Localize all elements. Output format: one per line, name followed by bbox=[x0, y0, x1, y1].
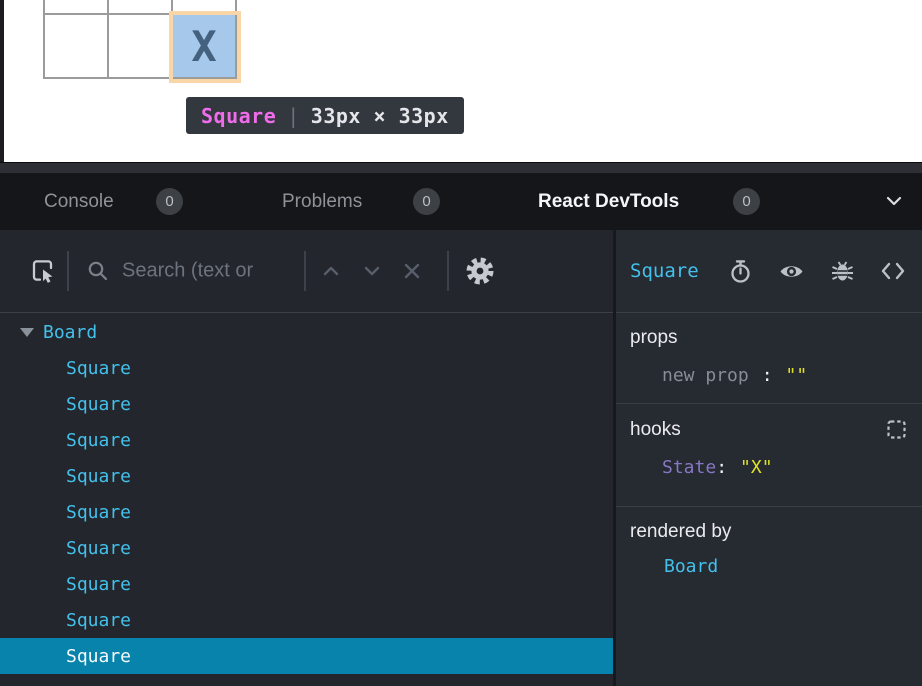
settings-gear-icon[interactable] bbox=[464, 255, 496, 287]
rendered-by-heading: rendered by bbox=[630, 521, 908, 543]
tooltip-dimensions: 33px × 33px bbox=[311, 104, 449, 128]
component-name: Board bbox=[43, 322, 97, 343]
search-icon bbox=[86, 259, 110, 283]
tooltip-separator: | bbox=[287, 104, 300, 128]
inspected-page: X Square | 33px × 33px bbox=[0, 0, 922, 162]
inspect-dom-eye-icon[interactable] bbox=[778, 258, 805, 285]
toolbar-divider bbox=[304, 251, 306, 291]
window-edge bbox=[0, 0, 4, 162]
hooks-heading: hooks bbox=[630, 419, 681, 441]
board-cell[interactable] bbox=[45, 15, 109, 79]
prop-value[interactable]: "" bbox=[786, 365, 808, 386]
component-name: Square bbox=[66, 538, 131, 559]
component-name: Square bbox=[66, 610, 131, 631]
colon: : bbox=[762, 365, 773, 386]
hook-state-value[interactable]: "X" bbox=[740, 457, 773, 478]
component-name: Square bbox=[66, 574, 131, 595]
rendered-by-section: rendered by Board bbox=[616, 507, 922, 594]
colon: : bbox=[716, 457, 727, 478]
board-cell[interactable] bbox=[45, 0, 109, 15]
component-name: Square bbox=[66, 646, 131, 667]
tab-problems[interactable]: Problems bbox=[282, 173, 362, 230]
tooltip-component-name: Square bbox=[201, 104, 276, 128]
tree-row-square[interactable]: Square bbox=[0, 422, 613, 458]
previous-result-icon[interactable] bbox=[319, 259, 343, 283]
details-header: Square bbox=[616, 230, 922, 313]
tab-console-badge: 0 bbox=[156, 188, 183, 215]
hooks-section: hooks State : "X" bbox=[616, 404, 922, 507]
props-heading: props bbox=[630, 327, 908, 349]
react-devtools-panel: Search (text or bbox=[0, 230, 922, 686]
toolbar-divider bbox=[67, 251, 69, 291]
inspect-element-icon[interactable] bbox=[29, 257, 57, 285]
tree-row-square-selected[interactable]: Square bbox=[0, 638, 613, 674]
tab-console[interactable]: Console bbox=[44, 173, 114, 230]
new-prop-input[interactable]: new prop bbox=[662, 365, 749, 386]
component-name: Square bbox=[66, 358, 131, 379]
search-input[interactable]: Search (text or bbox=[122, 260, 253, 283]
tree-row-board[interactable]: Board bbox=[0, 314, 613, 350]
tree-row-square[interactable]: Square bbox=[0, 386, 613, 422]
board-cell[interactable] bbox=[109, 0, 173, 15]
component-name: Square bbox=[66, 430, 131, 451]
drawer-resize-strip[interactable] bbox=[0, 162, 922, 173]
expander-arrow-icon[interactable] bbox=[20, 328, 34, 337]
next-result-icon[interactable] bbox=[360, 259, 384, 283]
toolbar-divider bbox=[447, 251, 449, 291]
props-section: props new prop : "" bbox=[616, 313, 922, 404]
components-tree-pane: Search (text or bbox=[0, 230, 613, 686]
component-name: Square bbox=[66, 502, 131, 523]
tree-row-square[interactable]: Square bbox=[0, 530, 613, 566]
selected-component-title: Square bbox=[630, 260, 699, 282]
tab-react-devtools-badge: 0 bbox=[733, 188, 760, 215]
hook-state-key: State bbox=[662, 457, 716, 478]
tree-row-square[interactable]: Square bbox=[0, 350, 613, 386]
board-cell[interactable] bbox=[109, 15, 173, 79]
inspect-tooltip: Square | 33px × 33px bbox=[186, 97, 464, 134]
chevron-down-icon[interactable] bbox=[883, 190, 905, 212]
component-details-pane: Square bbox=[616, 230, 922, 686]
devtools-tab-bar: Console 0 Problems 0 React DevTools 0 bbox=[0, 173, 922, 230]
component-name: Square bbox=[66, 466, 131, 487]
profiler-stopwatch-icon[interactable] bbox=[728, 259, 753, 284]
board-cell[interactable] bbox=[173, 0, 237, 15]
tree-row-square[interactable]: Square bbox=[0, 494, 613, 530]
rendered-by-link[interactable]: Board bbox=[630, 556, 908, 577]
tab-problems-badge: 0 bbox=[413, 188, 440, 215]
debug-bug-icon[interactable] bbox=[830, 259, 855, 284]
tic-tac-toe-board: X bbox=[43, 0, 237, 79]
component-name: Square bbox=[66, 394, 131, 415]
component-tree: Board Square Square Square Square Square… bbox=[0, 314, 613, 674]
tree-toolbar: Search (text or bbox=[0, 230, 613, 313]
tab-react-devtools[interactable]: React DevTools bbox=[538, 173, 679, 230]
tree-row-square[interactable]: Square bbox=[0, 602, 613, 638]
view-source-code-icon[interactable] bbox=[880, 258, 906, 284]
parse-hook-names-icon[interactable] bbox=[885, 418, 908, 441]
board-cell-highlighted[interactable]: X bbox=[173, 15, 237, 79]
tree-row-square[interactable]: Square bbox=[0, 458, 613, 494]
clear-search-icon[interactable] bbox=[400, 259, 424, 283]
tree-row-square[interactable]: Square bbox=[0, 566, 613, 602]
